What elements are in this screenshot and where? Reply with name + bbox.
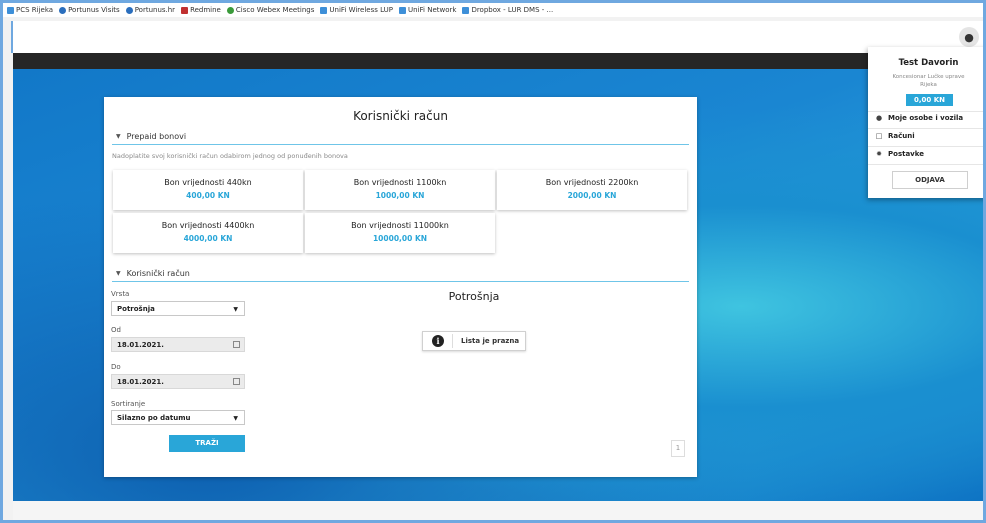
divider bbox=[868, 111, 983, 112]
bookmarks-bar: PCS Rijeka Portunus Visits Portunus.hr R… bbox=[3, 3, 983, 17]
pagination-page[interactable]: 1 bbox=[671, 440, 685, 457]
to-label: Do bbox=[111, 363, 121, 371]
bookmark-unifi-network[interactable]: UniFi Network bbox=[399, 6, 456, 14]
voucher-card[interactable]: Bon vrijednosti 440kn 400,00 KN bbox=[113, 170, 303, 210]
portunus-icon bbox=[125, 6, 133, 14]
to-date-input[interactable]: 18.01.2021. bbox=[111, 374, 245, 389]
voucher-price: 10000,00 KN bbox=[372, 234, 428, 243]
menu-item-persons-vehicles[interactable]: ● Moje osobe i vozila bbox=[875, 114, 963, 122]
bookmark-dropbox[interactable]: Dropbox - LUR DMS - ... bbox=[462, 6, 553, 14]
redmine-icon bbox=[181, 6, 189, 14]
info-icon: i bbox=[432, 335, 444, 347]
chevron-down-icon: ▼ bbox=[116, 270, 121, 277]
caret-down-icon: ▼ bbox=[233, 306, 238, 313]
from-label: Od bbox=[111, 326, 121, 334]
bookmark-label: Cisco Webex Meetings bbox=[235, 6, 315, 14]
bookmark-label: Dropbox - LUR DMS - ... bbox=[471, 6, 554, 14]
voucher-price: 4000,00 KN bbox=[183, 234, 233, 243]
menu-item-label: Računi bbox=[888, 132, 915, 140]
voucher-card[interactable]: Bon vrijednosti 11000kn 10000,00 KN bbox=[305, 213, 495, 253]
bookmark-portunus-hr[interactable]: Portunus.hr bbox=[125, 6, 176, 14]
type-select[interactable]: Potrošnja ▼ bbox=[111, 301, 245, 316]
voucher-price: 1000,00 KN bbox=[375, 191, 425, 200]
divider bbox=[868, 128, 983, 129]
sort-select[interactable]: Silazno po datumu ▼ bbox=[111, 410, 245, 425]
voucher-name: Bon vrijednosti 440kn bbox=[164, 178, 252, 187]
user-menu-button[interactable]: ● bbox=[959, 27, 979, 47]
user-name: Test Davorin bbox=[898, 58, 959, 68]
prepaid-hint: Nadoplatite svoj korisnički račun odabir… bbox=[112, 152, 348, 160]
balance-badge: 0,00 KN bbox=[906, 94, 953, 106]
bookmark-label: Portunus.hr bbox=[134, 6, 176, 14]
voucher-name: Bon vrijednosti 11000kn bbox=[351, 221, 449, 230]
bookmark-portunus-visits[interactable]: Portunus Visits bbox=[59, 6, 120, 14]
menu-item-settings[interactable]: ✹ Postavke bbox=[875, 150, 924, 158]
bookmark-label: Redmine bbox=[190, 6, 221, 14]
bookmark-label: UniFi Network bbox=[408, 6, 457, 14]
bookmark-label: UniFi Wireless LUP bbox=[329, 6, 394, 14]
section-title: Korisnički račun bbox=[126, 269, 190, 278]
account-section-header[interactable]: ▼ Korisnički račun bbox=[112, 266, 689, 282]
org-line: Rijeka bbox=[920, 82, 937, 88]
voucher-name: Bon vrijednosti 1100kn bbox=[353, 178, 447, 187]
navigation-bar bbox=[13, 53, 983, 69]
bookmark-pcs-rijeka[interactable]: PCS Rijeka bbox=[7, 6, 53, 14]
voucher-price: 400,00 KN bbox=[186, 191, 230, 200]
person-icon: ● bbox=[875, 114, 883, 122]
voucher-card[interactable]: Bon vrijednosti 2200kn 2000,00 KN bbox=[497, 170, 687, 210]
unifi-icon bbox=[399, 6, 407, 14]
sort-label: Sortiranje bbox=[111, 400, 146, 408]
globe-icon bbox=[7, 6, 14, 14]
browser-frame: PCS Rijeka Portunus Visits Portunus.hr R… bbox=[0, 0, 986, 523]
bookmark-label: Portunus Visits bbox=[68, 6, 120, 14]
account-panel: Korisnički račun ▼ Prepaid bonovi Nadopl… bbox=[104, 97, 697, 477]
bookmark-label: PCS Rijeka bbox=[16, 6, 54, 14]
calendar-icon[interactable] bbox=[233, 341, 240, 348]
from-date-input[interactable]: 18.01.2021. bbox=[111, 337, 245, 352]
to-date-value: 18.01.2021. bbox=[117, 378, 164, 386]
webex-icon bbox=[226, 6, 234, 14]
bookmark-redmine[interactable]: Redmine bbox=[181, 6, 221, 14]
dropbox-icon bbox=[462, 6, 470, 14]
type-value: Potrošnja bbox=[117, 305, 155, 313]
voucher-price: 2000,00 KN bbox=[567, 191, 617, 200]
divider bbox=[452, 334, 453, 348]
search-button[interactable]: TRAŽI bbox=[169, 435, 245, 452]
calendar-icon[interactable] bbox=[233, 378, 240, 385]
sort-value: Silazno po datumu bbox=[117, 414, 191, 422]
voucher-name: Bon vrijednosti 4400kn bbox=[161, 221, 255, 230]
consumption-title: Potrošnja bbox=[448, 290, 500, 303]
section-title: Prepaid bonovi bbox=[126, 132, 187, 141]
org-line: Koncesionar Lučke uprave bbox=[892, 74, 965, 80]
empty-list-text: Lista je prazna bbox=[461, 337, 520, 345]
portunus-icon bbox=[59, 6, 67, 14]
prepaid-section-header[interactable]: ▼ Prepaid bonovi bbox=[112, 129, 689, 145]
chevron-down-icon: ▼ bbox=[116, 133, 121, 140]
top-header: ● bbox=[11, 21, 983, 53]
document-icon: □ bbox=[875, 132, 883, 140]
empty-list-notice: i Lista je prazna bbox=[422, 331, 526, 351]
voucher-name: Bon vrijednosti 2200kn bbox=[545, 178, 639, 187]
page-title: Korisnički račun bbox=[353, 109, 448, 123]
logout-button[interactable]: ODJAVA bbox=[892, 171, 968, 189]
voucher-card[interactable]: Bon vrijednosti 1100kn 1000,00 KN bbox=[305, 170, 495, 210]
divider bbox=[868, 164, 983, 165]
from-date-value: 18.01.2021. bbox=[117, 341, 164, 349]
menu-item-label: Moje osobe i vozila bbox=[888, 114, 964, 122]
bookmark-webex[interactable]: Cisco Webex Meetings bbox=[226, 6, 315, 14]
gear-icon: ✹ bbox=[876, 150, 882, 158]
user-organization: Koncesionar Lučke uprave Rijeka bbox=[868, 73, 983, 89]
divider bbox=[868, 146, 983, 147]
unifi-icon bbox=[320, 6, 328, 14]
user-dropdown-menu: Test Davorin Koncesionar Lučke uprave Ri… bbox=[868, 47, 983, 198]
page-footer bbox=[13, 501, 983, 520]
user-icon: ● bbox=[964, 30, 974, 44]
menu-item-invoices[interactable]: □ Računi bbox=[875, 132, 915, 140]
type-label: Vrsta bbox=[111, 290, 130, 298]
voucher-card[interactable]: Bon vrijednosti 4400kn 4000,00 KN bbox=[113, 213, 303, 253]
menu-item-label: Postavke bbox=[888, 150, 924, 158]
caret-down-icon: ▼ bbox=[233, 415, 238, 422]
bookmark-unifi-wireless[interactable]: UniFi Wireless LUP bbox=[320, 6, 393, 14]
